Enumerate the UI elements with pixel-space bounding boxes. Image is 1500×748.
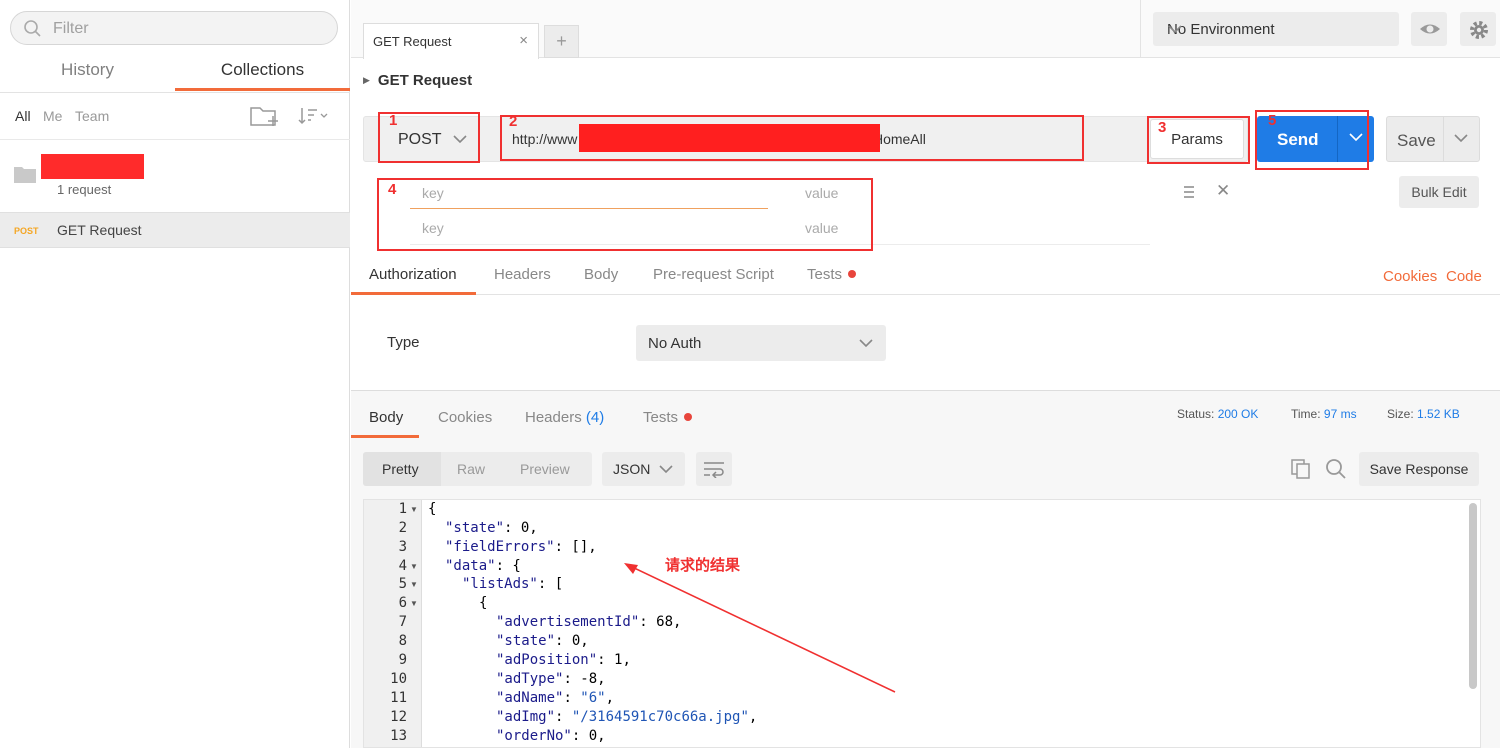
annotation-arrow [624, 563, 896, 693]
annotation-result-label: 请求的结果 [665, 556, 741, 574]
